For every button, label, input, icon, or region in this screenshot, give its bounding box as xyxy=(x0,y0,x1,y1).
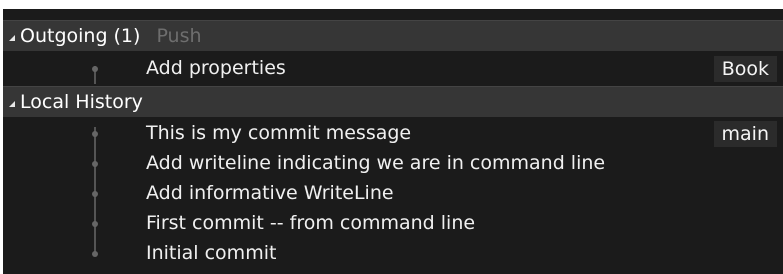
collapse-arrow-icon[interactable] xyxy=(9,101,15,107)
outgoing-commit-row[interactable]: Add properties Book xyxy=(3,54,783,84)
history-commit-row[interactable]: This is my commit message main xyxy=(3,119,783,149)
outgoing-section-header[interactable]: Outgoing (1) Push xyxy=(3,20,783,51)
git-history-panel: Outgoing (1) Push Add properties Book Lo… xyxy=(3,9,783,274)
commit-message: Add informative WriteLine xyxy=(146,182,394,204)
commit-dot-icon xyxy=(92,251,98,257)
commit-message: This is my commit message xyxy=(146,122,412,144)
history-commit-row[interactable]: Add writeline indicating we are in comma… xyxy=(3,149,783,179)
commit-dot-icon xyxy=(92,221,98,227)
branch-badge: Book xyxy=(713,56,777,82)
commit-dot-icon xyxy=(92,131,98,137)
history-commit-row[interactable]: First commit -- from command line xyxy=(3,209,783,239)
local-history-section-header[interactable]: Local History xyxy=(3,86,783,117)
commit-message: Initial commit xyxy=(146,242,277,264)
commit-message: Add properties xyxy=(146,57,286,79)
local-history-title: Local History xyxy=(20,91,143,113)
collapse-arrow-icon[interactable] xyxy=(9,35,15,41)
push-link[interactable]: Push xyxy=(156,25,201,47)
commit-dot-icon xyxy=(92,161,98,167)
outgoing-count: (1) xyxy=(113,25,141,47)
outgoing-title: Outgoing xyxy=(20,25,108,47)
commit-message: Add writeline indicating we are in comma… xyxy=(146,152,606,174)
history-commit-row[interactable]: Initial commit xyxy=(3,239,783,269)
history-commit-row[interactable]: Add informative WriteLine xyxy=(3,179,783,209)
commit-dot-icon xyxy=(92,66,98,72)
commit-message: First commit -- from command line xyxy=(146,212,476,234)
branch-badge: main xyxy=(713,121,777,147)
commit-dot-icon xyxy=(92,191,98,197)
